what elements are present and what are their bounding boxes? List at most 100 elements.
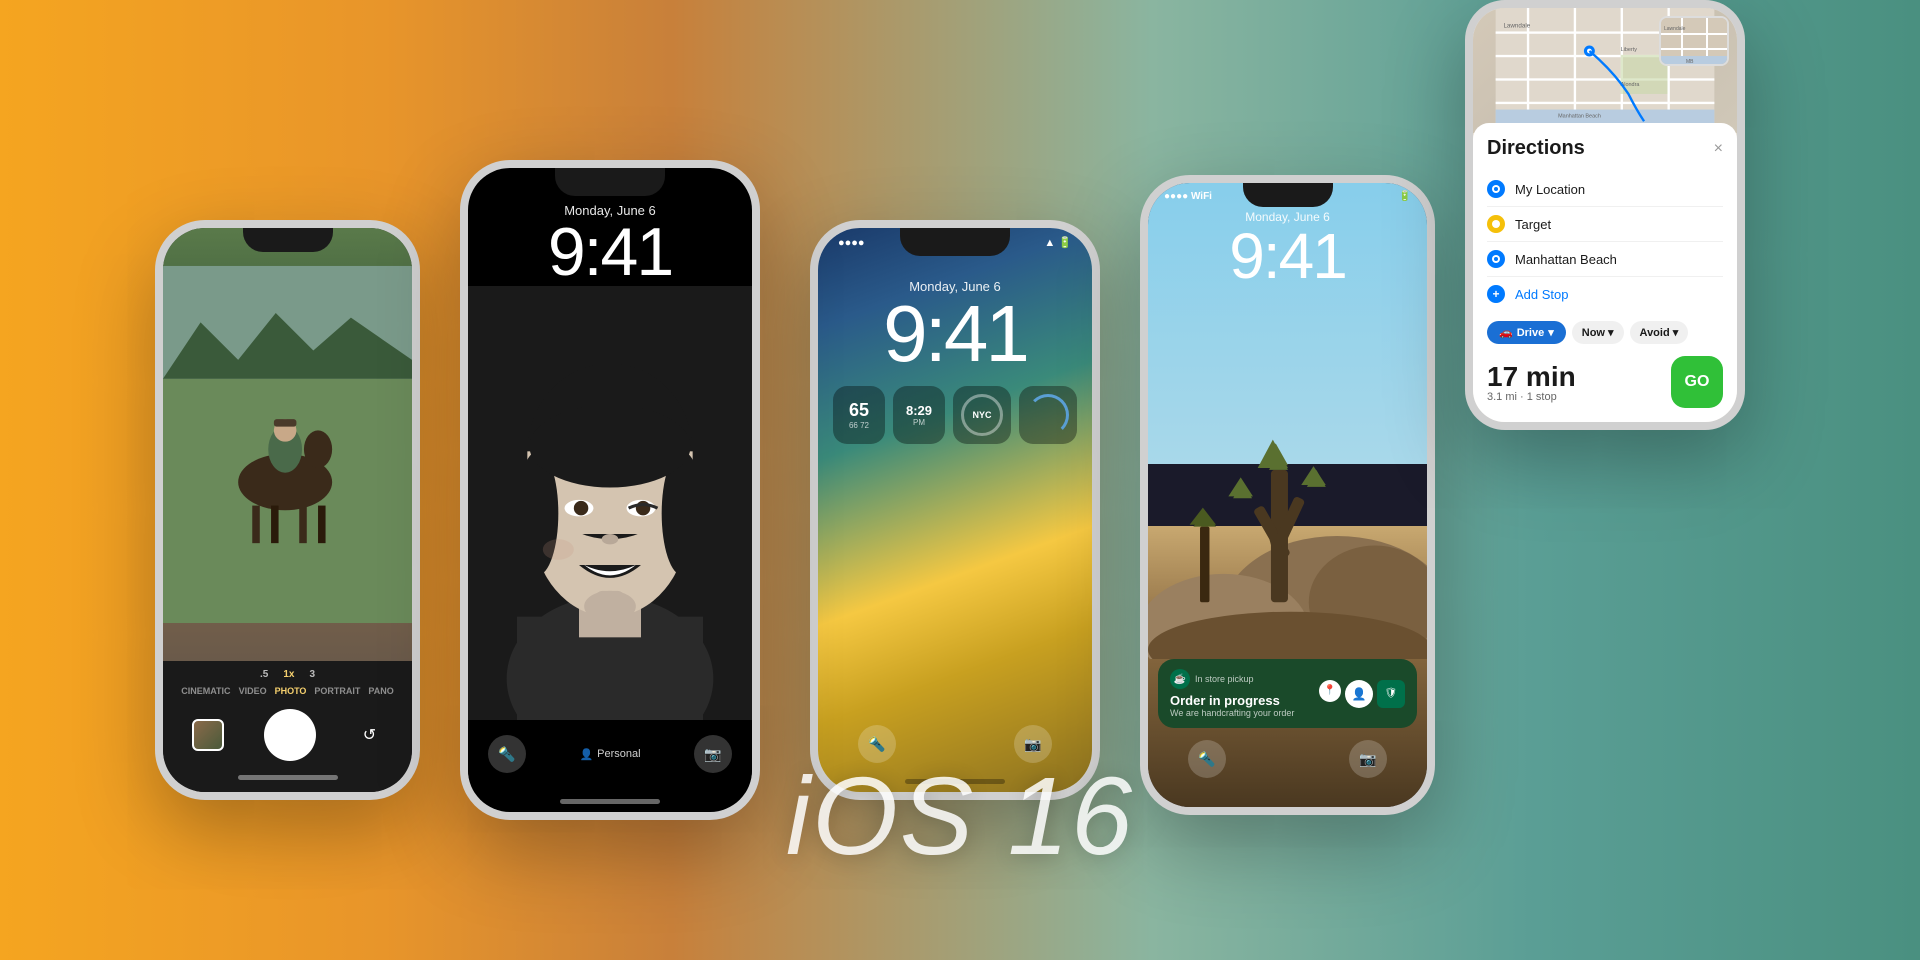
- wallpaper-area: [818, 456, 1092, 710]
- go-button[interactable]: GO: [1671, 356, 1723, 408]
- horse-photo: [163, 228, 412, 661]
- mode-cinematic[interactable]: CINEMATIC: [181, 686, 230, 696]
- map-area: Lawndale Liberty Alondra Manhattan Beach: [1473, 8, 1737, 133]
- maps-screen: Lawndale Liberty Alondra Manhattan Beach: [1473, 8, 1737, 422]
- mode-portrait[interactable]: PORTRAIT: [314, 686, 360, 696]
- nyc-widget[interactable]: NYC: [953, 386, 1011, 444]
- notification-text: ☕ In store pickup Order in progress We a…: [1170, 669, 1311, 718]
- shutter-button[interactable]: [264, 709, 316, 761]
- ring-widget[interactable]: [1019, 386, 1077, 444]
- wifi-battery: ▲ 🔋: [1044, 236, 1072, 249]
- notch-color: [900, 228, 1010, 256]
- mode-photo[interactable]: PHOTO: [275, 686, 307, 696]
- woman-portrait-svg: [468, 286, 752, 720]
- notch-camera: [243, 228, 333, 252]
- joshua-battery: 🔋: [1399, 191, 1411, 202]
- weather-temp: 65: [849, 400, 869, 421]
- zoom-3x[interactable]: 3: [309, 669, 315, 680]
- add-stop-icon: +: [1487, 285, 1505, 303]
- directions-panel: Directions × My Location Target: [1473, 123, 1737, 422]
- zoom-1x[interactable]: 1x: [283, 669, 294, 680]
- shutter-row: ↺: [163, 704, 412, 769]
- carrier-signal: ●●●●: [838, 237, 865, 249]
- joshua-bottom: 🔦 📷: [1148, 728, 1427, 788]
- svg-text:Manhattan Beach: Manhattan Beach: [1558, 113, 1601, 119]
- focus-label: 👤 Personal: [579, 748, 640, 761]
- target-dot: [1487, 215, 1505, 233]
- mode-tabs: CINEMATIC VIDEO PHOTO PORTRAIT PANO: [163, 686, 412, 696]
- target-label: Target: [1515, 217, 1723, 232]
- phone-maps: Lawndale Liberty Alondra Manhattan Beach: [1465, 0, 1745, 430]
- route-time: 17 min: [1487, 361, 1576, 393]
- camera-button-joshua[interactable]: 📷: [1349, 740, 1387, 778]
- portrait-bottom: 🔦 👤 Personal 📷: [468, 720, 752, 793]
- joshua-time: 9:41: [1148, 224, 1427, 288]
- drive-pill[interactable]: 🚗 Drive ▾: [1487, 321, 1566, 344]
- clock-widget[interactable]: 8:29 PM: [893, 386, 945, 444]
- add-stop-row[interactable]: + Add Stop: [1487, 277, 1723, 311]
- phone-camera: .5 1x 3 CINEMATIC VIDEO PHOTO PORTRAIT P…: [155, 220, 420, 800]
- svg-text:Liberty: Liberty: [1621, 47, 1638, 53]
- horse-image: [163, 228, 412, 661]
- ios-title: iOS 16: [786, 753, 1134, 880]
- portrait-time: 9:41: [468, 218, 752, 286]
- svg-text:Lawndale: Lawndale: [1664, 26, 1686, 32]
- my-location-dot: [1487, 180, 1505, 198]
- camera-controls: .5 1x 3 CINEMATIC VIDEO PHOTO PORTRAIT P…: [163, 661, 412, 792]
- notif-avatar: 👤: [1345, 680, 1373, 708]
- camera-screen: .5 1x 3 CINEMATIC VIDEO PHOTO PORTRAIT P…: [163, 228, 412, 792]
- notif-title: Order in progress: [1170, 693, 1311, 708]
- route-info: 17 min 3.1 mi · 1 stop: [1487, 361, 1576, 403]
- transport-row: 🚗 Drive ▾ Now ▾ Avoid ▾: [1487, 321, 1723, 344]
- my-location-label: My Location: [1515, 182, 1723, 197]
- location-icon[interactable]: 📍: [1319, 680, 1341, 702]
- mode-pano[interactable]: PANO: [368, 686, 393, 696]
- weather-widget[interactable]: 65 66 72: [833, 386, 885, 444]
- joshua-tree-area: [1148, 288, 1427, 659]
- widgets-row: 65 66 72 8:29 PM NYC: [833, 386, 1077, 444]
- my-location-row[interactable]: My Location: [1487, 172, 1723, 207]
- nyc-circle: NYC: [961, 394, 1003, 436]
- zoom-controls: .5 1x 3: [163, 669, 412, 680]
- home-bar-camera: [238, 775, 338, 780]
- phone-color: ●●●● ▲ 🔋 Monday, June 6 9:41 65 66 72 8:…: [810, 220, 1100, 800]
- phone-joshua: ●●●● WiFi 🔋 Monday, June 6 9:41: [1140, 175, 1435, 815]
- directions-title: Directions: [1487, 137, 1585, 160]
- notif-app-label: In store pickup: [1195, 674, 1254, 684]
- directions-header: Directions ×: [1487, 137, 1723, 160]
- clock-time: 8:29: [906, 403, 932, 418]
- svg-text:MB: MB: [1686, 59, 1694, 65]
- target-row[interactable]: Target: [1487, 207, 1723, 242]
- zoom-05[interactable]: .5: [260, 669, 268, 680]
- svg-text:Lawndale: Lawndale: [1503, 23, 1530, 30]
- notif-app-icon: 🛡: [1377, 680, 1405, 708]
- now-dropdown[interactable]: Now ▾: [1572, 321, 1624, 344]
- flip-camera-icon[interactable]: ↺: [356, 721, 384, 749]
- destination-label: Manhattan Beach: [1515, 252, 1723, 267]
- add-stop-label[interactable]: Add Stop: [1515, 287, 1569, 302]
- notif-body: We are handcrafting your order: [1170, 708, 1311, 718]
- torch-button[interactable]: 🔦: [488, 735, 526, 773]
- joshua-carrier: ●●●● WiFi: [1164, 191, 1212, 202]
- color-screen: ●●●● ▲ 🔋 Monday, June 6 9:41 65 66 72 8:…: [818, 228, 1092, 792]
- notch-portrait: [555, 168, 665, 196]
- camera-button-portrait[interactable]: 📷: [694, 735, 732, 773]
- torch-button-joshua[interactable]: 🔦: [1188, 740, 1226, 778]
- portrait-screen: Monday, June 6 9:41: [468, 168, 752, 812]
- map-thumbnail-inner: Lawndale MB: [1661, 18, 1727, 64]
- mode-video[interactable]: VIDEO: [239, 686, 267, 696]
- joshua-tree-svg: [1148, 288, 1427, 659]
- manhattan-beach-row[interactable]: Manhattan Beach: [1487, 242, 1723, 277]
- photo-thumbnail[interactable]: [192, 719, 224, 751]
- starbucks-icon: ☕: [1170, 669, 1190, 689]
- ring-circle: [1027, 394, 1069, 436]
- home-bar-portrait: [560, 799, 660, 804]
- notif-action-icons: 📍 👤 🛡: [1319, 680, 1405, 708]
- clock-period: PM: [913, 418, 925, 427]
- avoid-dropdown[interactable]: Avoid ▾: [1630, 321, 1689, 344]
- close-button[interactable]: ×: [1714, 140, 1723, 158]
- notif-header: ☕ In store pickup: [1170, 669, 1311, 689]
- route-summary: 17 min 3.1 mi · 1 stop GO: [1487, 356, 1723, 408]
- joshua-screen: ●●●● WiFi 🔋 Monday, June 6 9:41: [1148, 183, 1427, 807]
- weather-range: 66 72: [849, 421, 869, 430]
